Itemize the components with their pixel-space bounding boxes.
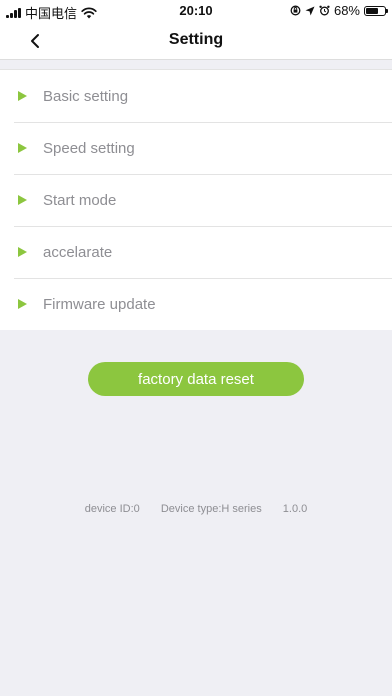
nav-bar: Setting [0, 22, 392, 60]
play-arrow-icon [18, 247, 27, 257]
settings-list: Basic setting Speed setting Start mode a… [0, 69, 392, 330]
battery-icon [364, 5, 388, 16]
settings-item-accelarate[interactable]: accelarate [0, 226, 392, 278]
firmware-version: 1.0.0 [282, 503, 308, 515]
battery-percent: 68% [333, 3, 360, 18]
play-arrow-icon [18, 299, 27, 309]
device-type: Device type:H series [160, 503, 262, 515]
status-bar: 中国电信 20:10 68% [0, 0, 392, 22]
settings-item-label: Start mode [43, 191, 117, 209]
rotation-lock-icon [290, 5, 301, 16]
play-arrow-icon [18, 91, 27, 101]
settings-item-label: Firmware update [43, 295, 156, 313]
settings-item-firmware-update[interactable]: Firmware update [0, 278, 392, 330]
battery-fill [366, 7, 379, 14]
device-info: device ID:0 Device type:H series 1.0.0 [0, 503, 392, 515]
location-icon [305, 6, 315, 15]
settings-item-speed-setting[interactable]: Speed setting [0, 122, 392, 174]
settings-item-label: accelarate [43, 243, 113, 261]
settings-item-start-mode[interactable]: Start mode [0, 174, 392, 226]
alarm-icon [319, 5, 330, 16]
settings-item-label: Basic setting [43, 87, 129, 105]
page-title: Setting [168, 31, 224, 48]
device-id: device ID:0 [84, 503, 140, 515]
status-right: 68% [290, 3, 388, 18]
factory-reset-button[interactable]: factory data reset [88, 362, 304, 396]
play-arrow-icon [18, 143, 27, 153]
settings-item-basic-setting[interactable]: Basic setting [0, 70, 392, 122]
settings-item-label: Speed setting [43, 139, 135, 157]
play-arrow-icon [18, 195, 27, 205]
